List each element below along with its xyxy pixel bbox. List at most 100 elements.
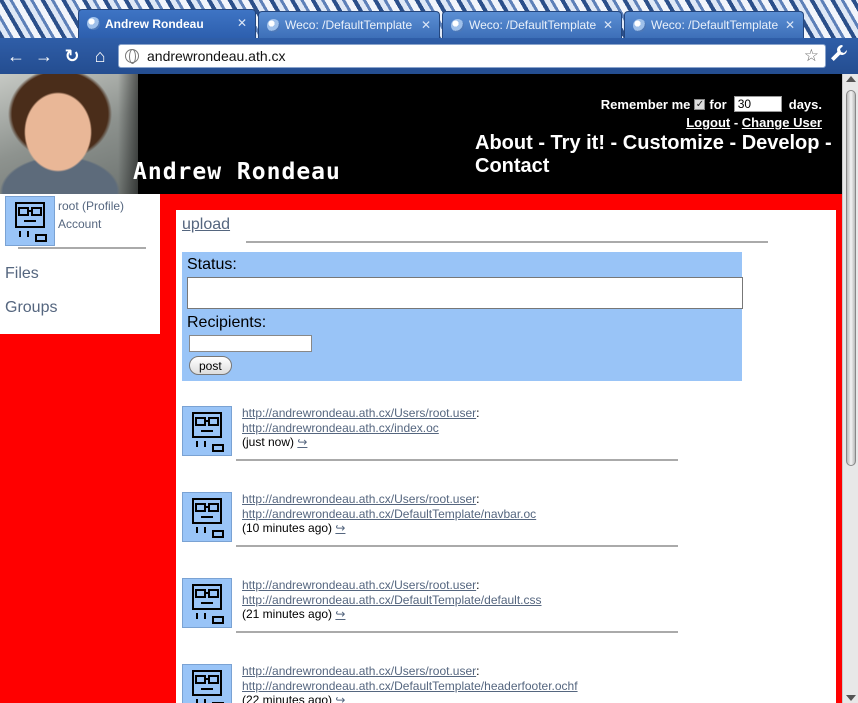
timestamp: (just now) xyxy=(242,435,295,449)
logout-link[interactable]: Logout xyxy=(686,115,730,130)
target-link[interactable]: http://andrewrondeau.ath.cx/DefaultTempl… xyxy=(242,507,536,521)
tab-title: Weco: /DefaultTemplate xyxy=(651,18,779,32)
status-textarea[interactable] xyxy=(187,277,743,309)
browser-toolbar: ← → ↻ ⌂ andrewrondeau.ath.cx ☆ xyxy=(0,38,858,74)
forward-icon[interactable]: → xyxy=(32,44,56,68)
status-label: Status: xyxy=(187,256,237,273)
for-label: for xyxy=(709,96,727,112)
feed-text: http://andrewrondeau.ath.cx/Users/root.u… xyxy=(242,664,578,703)
favicon-icon xyxy=(451,19,464,32)
nav-try-it[interactable]: Try it! xyxy=(551,132,605,154)
avatar[interactable] xyxy=(182,578,232,628)
sidebar-item-groups[interactable]: Groups xyxy=(5,299,57,317)
avatar[interactable] xyxy=(5,196,55,246)
favicon-icon xyxy=(267,19,280,32)
nav-customize[interactable]: Customize xyxy=(623,132,724,154)
colon: : xyxy=(476,492,480,506)
feed-text: http://andrewrondeau.ath.cx/Users/root.u… xyxy=(242,492,536,536)
url-text[interactable]: andrewrondeau.ath.cx xyxy=(147,48,286,64)
nav-about[interactable]: About xyxy=(475,132,533,154)
star-icon[interactable]: ☆ xyxy=(804,46,819,66)
colon: : xyxy=(476,664,480,678)
tab-title: Andrew Rondeau xyxy=(105,17,204,31)
colon: : xyxy=(476,406,480,420)
target-link[interactable]: http://andrewrondeau.ath.cx/DefaultTempl… xyxy=(242,593,542,607)
post-button[interactable]: post xyxy=(189,356,232,375)
page-viewport: Andrew Rondeau Remember me ✓ for days. L… xyxy=(0,74,842,703)
tab-strip: Andrew Rondeau ✕ Weco: /DefaultTemplate … xyxy=(0,0,858,38)
user-link[interactable]: http://andrewrondeau.ath.cx/Users/root.u… xyxy=(242,406,476,420)
user-link[interactable]: http://andrewrondeau.ath.cx/Users/root.u… xyxy=(242,492,476,506)
reply-icon[interactable]: ↪ xyxy=(335,607,345,621)
scrollbar-thumb[interactable] xyxy=(846,90,856,466)
target-link[interactable]: http://andrewrondeau.ath.cx/index.oc xyxy=(242,421,439,435)
timestamp: (10 minutes ago) xyxy=(242,521,333,535)
avatar[interactable] xyxy=(182,406,232,456)
tab-weco-3[interactable]: Weco: /DefaultTemplate ✕ xyxy=(624,11,804,38)
address-bar[interactable]: andrewrondeau.ath.cx ☆ xyxy=(118,44,826,68)
site-header: Andrew Rondeau Remember me ✓ for days. L… xyxy=(0,74,842,194)
favicon-icon xyxy=(87,17,100,30)
avatar[interactable] xyxy=(182,664,232,703)
reply-icon[interactable]: ↪ xyxy=(335,693,345,703)
avatar[interactable] xyxy=(182,492,232,542)
scroll-up-icon[interactable] xyxy=(846,76,856,82)
close-icon[interactable]: ✕ xyxy=(603,18,613,32)
divider xyxy=(246,241,768,243)
sidebar: root (Profile) Account Files Groups xyxy=(0,194,160,334)
tab-andrew-rondeau[interactable]: Andrew Rondeau ✕ xyxy=(78,9,256,38)
target-link[interactable]: http://andrewrondeau.ath.cx/DefaultTempl… xyxy=(242,679,578,693)
nav-separator: - xyxy=(605,132,623,154)
header-photo xyxy=(0,74,158,194)
user-links: Logout - Change User xyxy=(686,115,822,130)
remember-label: Remember me xyxy=(600,96,691,112)
change-user-link[interactable]: Change User xyxy=(742,115,822,130)
remember-me: Remember me ✓ for days. xyxy=(601,96,822,112)
status-form: Status: Recipients: post xyxy=(182,252,743,381)
favicon-icon xyxy=(633,19,646,32)
close-icon[interactable]: ✕ xyxy=(421,18,431,32)
back-icon[interactable]: ← xyxy=(4,44,28,68)
divider xyxy=(236,631,678,633)
vertical-scrollbar[interactable] xyxy=(842,74,858,703)
home-icon[interactable]: ⌂ xyxy=(88,44,112,68)
reload-icon[interactable]: ↻ xyxy=(60,44,84,68)
recipients-label: Recipients: xyxy=(187,314,267,331)
user-link[interactable]: http://andrewrondeau.ath.cx/Users/root.u… xyxy=(242,578,476,592)
separator: - xyxy=(730,115,742,130)
close-icon[interactable]: ✕ xyxy=(237,16,247,30)
username[interactable]: root xyxy=(58,199,79,213)
days-input[interactable] xyxy=(733,96,782,112)
recipients-input[interactable] xyxy=(189,335,312,352)
divider xyxy=(236,545,678,547)
divider xyxy=(18,247,146,249)
tab-weco-2[interactable]: Weco: /DefaultTemplate ✕ xyxy=(442,11,622,38)
days-label: days. xyxy=(788,96,822,112)
colon: : xyxy=(476,578,480,592)
remember-checkbox[interactable]: ✓ xyxy=(694,98,706,110)
main-nav: About - Try it! - Customize - Develop - … xyxy=(475,132,832,178)
upload-link[interactable]: upload xyxy=(182,216,230,234)
scroll-down-icon[interactable] xyxy=(846,695,856,701)
profile-link[interactable]: (Profile) xyxy=(82,199,124,213)
nav-separator: - xyxy=(819,132,832,154)
nav-contact[interactable]: Contact xyxy=(475,155,549,177)
sidebar-item-files[interactable]: Files xyxy=(5,265,39,283)
feed-text: http://andrewrondeau.ath.cx/Users/root.u… xyxy=(242,406,479,450)
user-link[interactable]: http://andrewrondeau.ath.cx/Users/root.u… xyxy=(242,664,476,678)
divider xyxy=(236,459,678,461)
reply-icon[interactable]: ↪ xyxy=(297,435,307,449)
main-content: upload Status: Recipients: post http://a… xyxy=(176,210,836,703)
feed-item: http://andrewrondeau.ath.cx/Users/root.u… xyxy=(182,492,682,554)
site-title: Andrew Rondeau xyxy=(133,159,341,185)
account-link[interactable]: Account xyxy=(58,217,101,231)
timestamp: (21 minutes ago) xyxy=(242,607,333,621)
feed-text: http://andrewrondeau.ath.cx/Users/root.u… xyxy=(242,578,542,622)
nav-develop[interactable]: Develop xyxy=(742,132,820,154)
close-icon[interactable]: ✕ xyxy=(785,18,795,32)
reply-icon[interactable]: ↪ xyxy=(335,521,345,535)
wrench-icon[interactable] xyxy=(830,44,848,67)
tab-weco-1[interactable]: Weco: /DefaultTemplate ✕ xyxy=(258,11,440,38)
tab-title: Weco: /DefaultTemplate xyxy=(285,18,413,32)
profile-block: root (Profile) Account xyxy=(58,197,124,233)
